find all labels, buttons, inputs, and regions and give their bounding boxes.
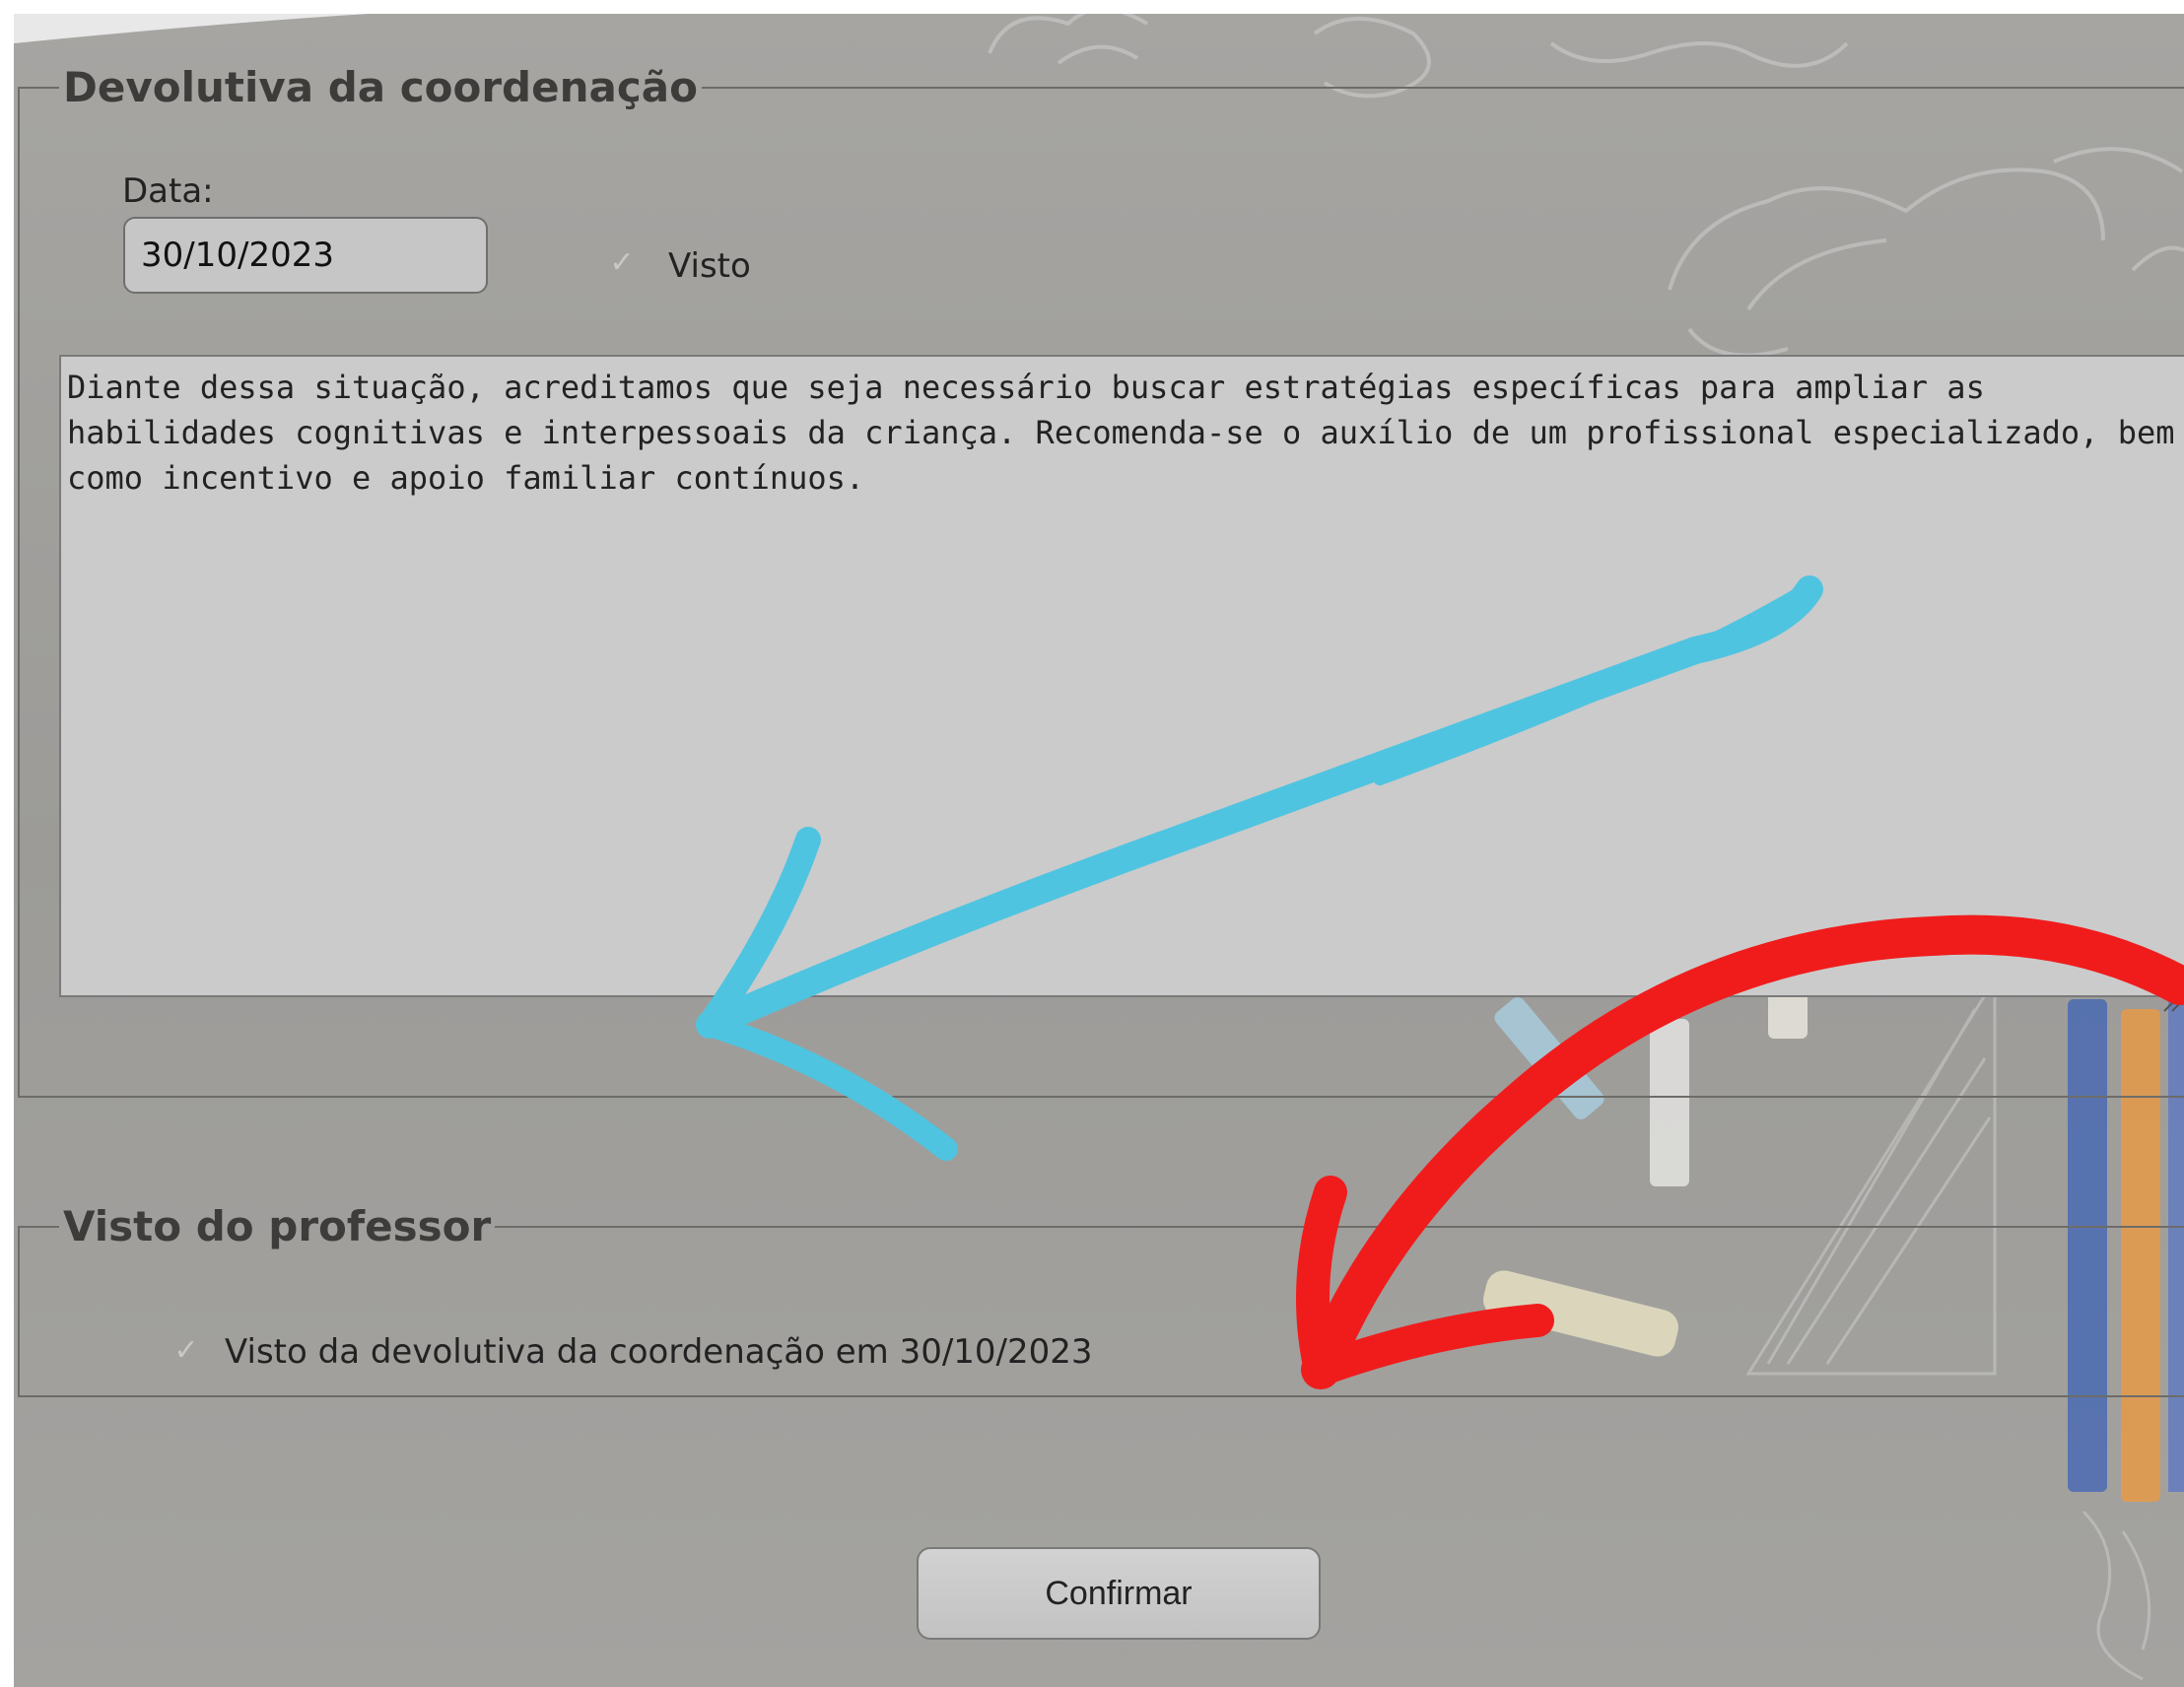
feedback-textarea[interactable]: Diante dessa situação, acreditamos que s… bbox=[59, 355, 2184, 997]
teacher-ack-checkbox[interactable]: ✓ bbox=[170, 1334, 203, 1368]
date-label: Data: bbox=[122, 171, 214, 211]
check-icon: ✓ bbox=[173, 1333, 199, 1368]
teacher-ack-legend: Visto do professor bbox=[63, 1202, 492, 1250]
coordination-feedback-legend: Devolutiva da coordenação bbox=[63, 63, 698, 111]
form-page: Devolutiva da coordenação Data: 30/10/20… bbox=[14, 14, 2184, 1687]
check-icon: ✓ bbox=[609, 245, 635, 280]
confirm-button[interactable]: Confirmar bbox=[917, 1547, 1321, 1640]
seen-checkbox[interactable]: ✓ bbox=[605, 246, 639, 280]
resize-grip-icon[interactable] bbox=[2160, 989, 2184, 1013]
seen-checkbox-label: Visto bbox=[668, 246, 751, 286]
date-field[interactable]: 30/10/2023 bbox=[123, 217, 488, 294]
teacher-ack-label: Visto da devolutiva da coordenação em 30… bbox=[225, 1332, 1093, 1372]
